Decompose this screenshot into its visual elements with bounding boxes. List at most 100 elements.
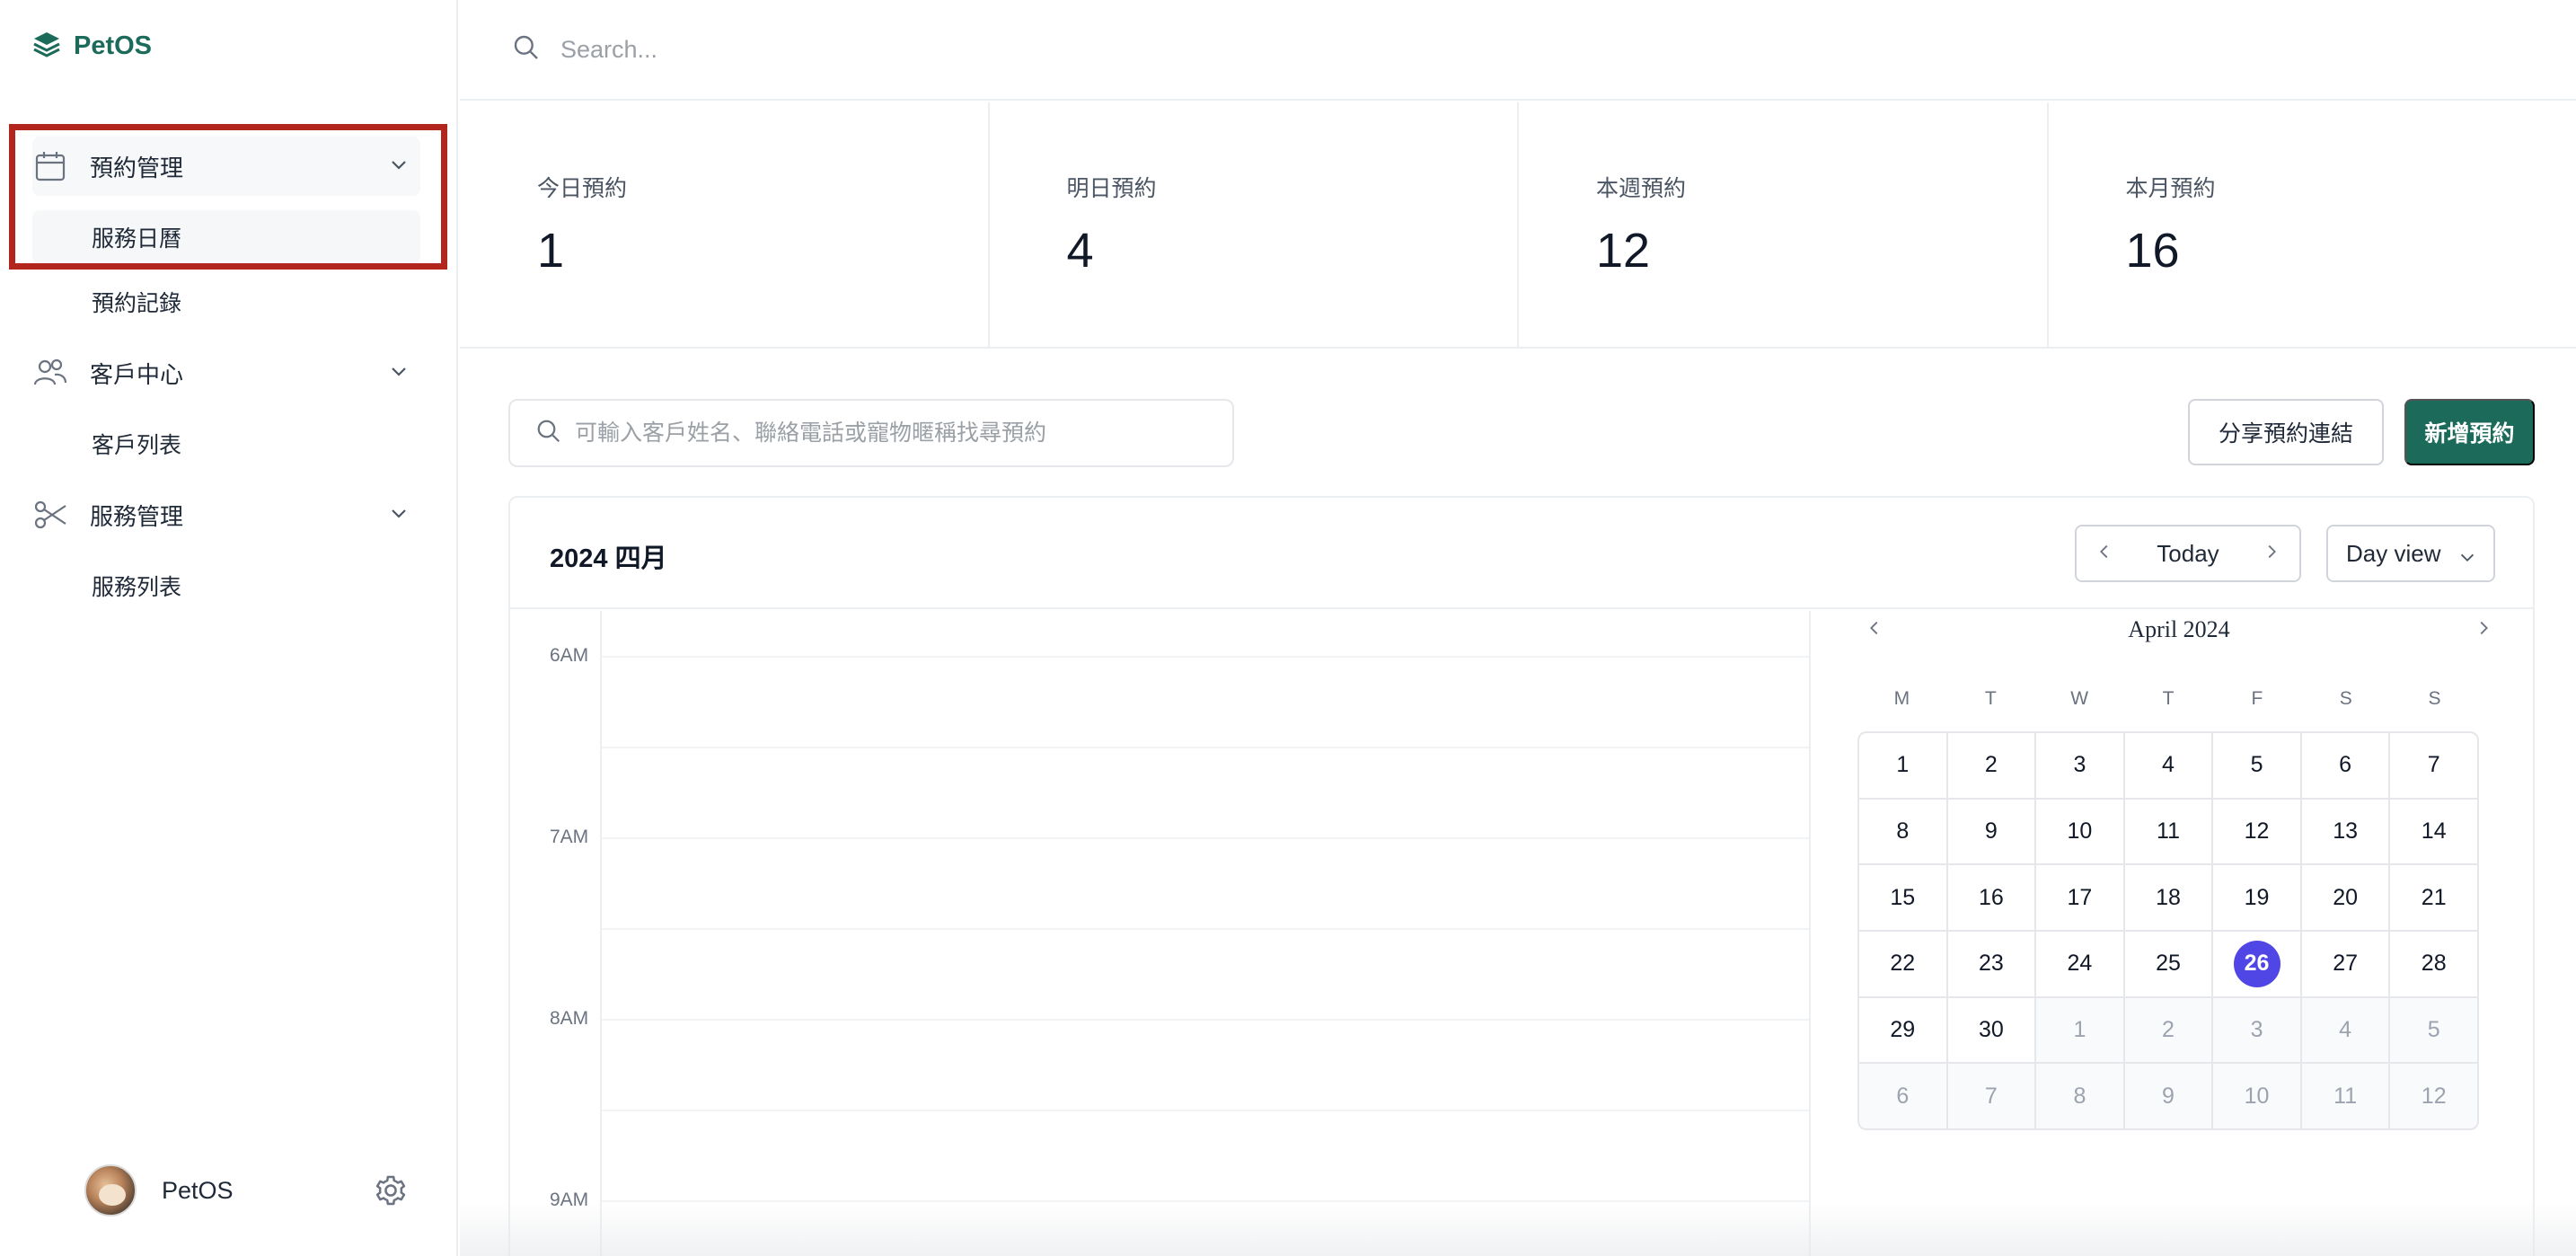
- day-cell[interactable]: 25: [2124, 931, 2212, 996]
- day-view-grid[interactable]: 6AM 7AM 8AM 9AM: [510, 611, 1811, 1256]
- day-cell-other-month[interactable]: 11: [2301, 1064, 2389, 1128]
- day-cell-selected[interactable]: 26: [2213, 931, 2300, 996]
- day-cell[interactable]: 11: [2124, 799, 2212, 864]
- appointment-search[interactable]: [508, 399, 1234, 467]
- day-number: 8: [1896, 818, 1910, 844]
- day-cell-other-month[interactable]: 6: [1859, 1064, 1946, 1128]
- stat-value: 4: [1066, 224, 1094, 278]
- day-number: 6: [1896, 1083, 1910, 1109]
- stat-label: 本月預約: [2125, 176, 2216, 201]
- stats-row: 今日預約 1 明日預約 4 本週預約 12 本月預約 16: [460, 102, 2576, 349]
- day-cell[interactable]: 24: [2036, 931, 2123, 996]
- day-cell[interactable]: 9: [1947, 799, 2035, 864]
- user-profile[interactable]: PetOS: [84, 1163, 408, 1218]
- day-cell[interactable]: 17: [2036, 865, 2123, 930]
- sidebar-item-service-calendar[interactable]: 服務日曆: [32, 210, 420, 264]
- sidebar-item-service-list[interactable]: 服務列表: [32, 559, 420, 613]
- day-number: 22: [1890, 951, 1916, 977]
- day-cell[interactable]: 5: [2213, 733, 2300, 798]
- sidebar-item-appointment-records[interactable]: 預約記錄: [32, 275, 420, 329]
- day-cell[interactable]: 2: [1947, 733, 2035, 798]
- day-number: 6: [2339, 752, 2352, 778]
- day-cell-other-month[interactable]: 1: [2036, 997, 2123, 1063]
- users-icon: [32, 355, 68, 391]
- day-cell[interactable]: 10: [2036, 799, 2123, 864]
- search-icon: [535, 418, 562, 449]
- brand[interactable]: PetOS: [32, 31, 152, 62]
- day-cell-other-month[interactable]: 7: [1947, 1064, 2035, 1128]
- day-number: 5: [2250, 752, 2263, 778]
- mini-calendar: April 2024 MTWTFSS 1 2 3 4 5 6 7 8 9 10 11 12 13 14 15…: [1811, 611, 2535, 1168]
- time-label: 8AM: [550, 1008, 589, 1029]
- day-cell-other-month[interactable]: 4: [2301, 997, 2389, 1063]
- half-hour-line: [602, 928, 1811, 930]
- time-label: 6AM: [550, 645, 589, 666]
- day-cell[interactable]: 28: [2390, 931, 2477, 996]
- mini-calendar-days: 1 2 3 4 5 6 7 8 9 10 11 12 13 14 15 16 17 18 19 20 21 22 23 24 2…: [1857, 731, 2479, 1130]
- weekday-label: S: [2428, 688, 2441, 709]
- gear-icon[interactable]: [374, 1173, 408, 1212]
- avatar[interactable]: [84, 1164, 137, 1216]
- chevron-right-icon[interactable]: [2262, 542, 2281, 566]
- day-cell-other-month[interactable]: 8: [2036, 1064, 2123, 1128]
- day-number: 11: [2157, 818, 2180, 844]
- top-search-bar: [460, 0, 2576, 101]
- day-cell[interactable]: 1: [1859, 733, 1946, 798]
- day-cell[interactable]: 4: [2124, 733, 2212, 798]
- day-number: 14: [2421, 818, 2447, 844]
- sidebar-item-customer-list[interactable]: 客戶列表: [32, 417, 420, 471]
- day-cell[interactable]: 21: [2390, 865, 2477, 930]
- day-cell[interactable]: 13: [2301, 799, 2389, 864]
- day-number: 4: [2162, 752, 2175, 778]
- day-cell[interactable]: 15: [1859, 865, 1946, 930]
- share-booking-link-button[interactable]: 分享預約連結: [2188, 399, 2384, 465]
- day-cell[interactable]: 22: [1859, 931, 1946, 996]
- day-cell-other-month[interactable]: 10: [2213, 1064, 2300, 1128]
- day-number: 4: [2339, 1016, 2352, 1042]
- day-number: 26: [2233, 940, 2280, 987]
- day-cell[interactable]: 27: [2301, 931, 2389, 996]
- main-content: 今日預約 1 明日預約 4 本週預約 12 本月預約 16 分享預約連結 新增預…: [460, 0, 2576, 1256]
- view-selector[interactable]: Day view: [2326, 525, 2495, 582]
- chevron-left-icon[interactable]: [2095, 542, 2114, 566]
- weekday-label: M: [1893, 688, 1910, 709]
- day-cell[interactable]: 6: [2301, 733, 2389, 798]
- day-number: 5: [2427, 1016, 2440, 1042]
- day-cell[interactable]: 29: [1859, 997, 1946, 1063]
- day-cell[interactable]: 18: [2124, 865, 2212, 930]
- time-label: 7AM: [550, 827, 589, 847]
- day-cell-other-month[interactable]: 2: [2124, 997, 2212, 1063]
- nav-group-services[interactable]: 服務管理: [32, 485, 420, 544]
- calendar-icon: [32, 148, 68, 184]
- new-appointment-button[interactable]: 新增預約: [2404, 399, 2535, 465]
- day-cell[interactable]: 8: [1859, 799, 1946, 864]
- stat-tomorrow: 明日預約 4: [990, 102, 1519, 347]
- day-cell[interactable]: 16: [1947, 865, 2035, 930]
- stat-today: 今日預約 1: [460, 102, 990, 347]
- day-number: 2: [2162, 1016, 2175, 1042]
- date-navigator: Today: [2075, 525, 2301, 582]
- stat-week: 本週預約 12: [1519, 102, 2049, 347]
- day-cell[interactable]: 30: [1947, 997, 2035, 1063]
- nav-group-appointments[interactable]: 預約管理: [32, 137, 420, 196]
- day-cell[interactable]: 19: [2213, 865, 2300, 930]
- chevron-right-icon[interactable]: [2474, 618, 2493, 642]
- weekday-label: S: [2339, 688, 2352, 709]
- day-cell-other-month[interactable]: 12: [2390, 1064, 2477, 1128]
- day-cell[interactable]: 7: [2390, 733, 2477, 798]
- day-cell[interactable]: 3: [2036, 733, 2123, 798]
- chevron-down-icon: [2457, 546, 2477, 574]
- nav-group-label: 預約管理: [90, 154, 184, 181]
- day-cell[interactable]: 20: [2301, 865, 2389, 930]
- day-cell[interactable]: 23: [1947, 931, 2035, 996]
- global-search-input[interactable]: [560, 35, 1279, 64]
- nav-group-customers[interactable]: 客戶中心: [32, 343, 420, 402]
- appointment-search-input[interactable]: [575, 420, 1204, 447]
- day-cell-other-month[interactable]: 3: [2213, 997, 2300, 1063]
- today-button[interactable]: Today: [2157, 540, 2219, 568]
- day-cell[interactable]: 12: [2213, 799, 2300, 864]
- day-cell-other-month[interactable]: 5: [2390, 997, 2477, 1063]
- day-number: 24: [2067, 951, 2093, 977]
- day-cell[interactable]: 14: [2390, 799, 2477, 864]
- day-cell-other-month[interactable]: 9: [2124, 1064, 2212, 1128]
